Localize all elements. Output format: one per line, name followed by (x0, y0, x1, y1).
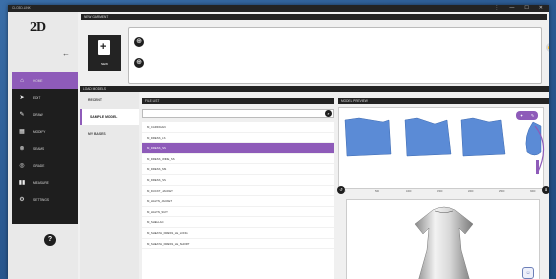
nav-label: MODIFY (33, 129, 46, 134)
new-document-icon (98, 40, 110, 55)
file-list-item[interactable]: M_DRESS_LS (142, 133, 334, 144)
help-button[interactable]: ? (44, 234, 56, 246)
app-logo: 2D (30, 20, 46, 35)
tab-sample-model[interactable]: SAMPLE MODEL (80, 109, 139, 125)
nav-item-settings[interactable]: ⚙ SETTINGS (12, 191, 78, 208)
tab-my-bases[interactable]: MY BASES (80, 126, 139, 142)
pattern-tools[interactable]: ✦ ✎ (516, 111, 538, 120)
load-models-header: LOAD MODELS (80, 86, 549, 92)
nav-label: MEASURE (33, 180, 49, 185)
pen-tool-icon[interactable]: ✎ (531, 113, 534, 118)
main-nav: ⌂ HOME ➤ EDIT ✎ DRAW ▦ MODIFY ⊗ SEAMS ◎ GRADE ▮▮ MEAS… (12, 72, 78, 224)
pattern-handle (536, 160, 539, 174)
file-list-item[interactable]: M_HALTN_JACKET (142, 196, 334, 207)
axis-tick-label: 500 (375, 190, 379, 193)
pattern-piece-3 (460, 117, 506, 157)
nav-label: SEAMS (33, 146, 45, 151)
new-label: NEW (101, 62, 108, 66)
grade-icon: ◎ (19, 163, 25, 169)
pencil-icon: ✎ (19, 112, 25, 118)
nav-item-measure[interactable]: ▮▮ MEASURE (12, 174, 78, 191)
nav-item-seams[interactable]: ⊗ SEAMS (12, 140, 78, 157)
nav-label: DRAW (33, 112, 43, 117)
pattern-piece-2 (404, 117, 452, 157)
file-list: M_CARDIGAN M_DRESS_LS M_DRESS_SS M_DRESS_WI… (142, 122, 334, 279)
nav-label: GRADE (33, 163, 45, 168)
file-list-item[interactable]: M_DRESS_SS (142, 143, 334, 154)
title-bar: CLO3D-LINK ⋮ — ☐ ✕ (8, 5, 549, 12)
pattern-piece-1 (344, 117, 392, 157)
grid-icon: ▦ (19, 129, 25, 135)
pattern-preview (338, 107, 545, 189)
file-list-item[interactable]: M_DRESS_SS (142, 175, 334, 186)
file-list-item[interactable]: M_SHEATH_DRESS_LE_LONG (142, 228, 334, 239)
dress-render (414, 206, 474, 279)
new-garment-button[interactable]: NEW (88, 35, 121, 71)
file-list-item[interactable]: M_DUCKT_JACKET (142, 186, 334, 197)
new-garment-header: NEW GARMENT (81, 14, 547, 20)
nav-label: HOME (33, 78, 43, 83)
minimize-icon[interactable]: — (509, 5, 514, 12)
axis-tick-label: 1500 (437, 190, 443, 193)
back-arrow-icon[interactable]: ← (62, 49, 70, 58)
measure-icon: ▮▮ (18, 180, 26, 186)
search-input[interactable]: ⌕ (142, 109, 334, 118)
pattern-pieces (344, 117, 545, 175)
nav-item-edit[interactable]: ➤ EDIT (12, 89, 78, 106)
file-list-item[interactable]: M_SHEATH_DRESS_LE_SHORT (142, 239, 334, 250)
search-icon[interactable]: ⌕ (325, 110, 332, 117)
file-list-item[interactable]: M_HALTN_SUIT (142, 207, 334, 218)
download-icon[interactable]: ⬇ (542, 186, 549, 194)
nav-label: SETTINGS (33, 197, 49, 202)
brand-icon[interactable]: ☺ (522, 267, 534, 279)
pattern-piece-4 (525, 121, 542, 156)
window-title: CLO3D-LINK (12, 6, 31, 10)
window-controls: ⋮ — ☐ ✕ (494, 5, 543, 12)
tab-recent[interactable]: RECENT (80, 92, 139, 108)
nav-item-draw[interactable]: ✎ DRAW (12, 106, 78, 123)
file-list-item[interactable]: M_DRESS_MS (142, 164, 334, 175)
add-up-icon[interactable]: ⊕ (134, 37, 144, 47)
axis-tick-label: 3000 (530, 190, 536, 193)
sidebar: 2D ← ⌂ HOME ➤ EDIT ✎ DRAW ▦ MODIFY ⊗ SEAMS ◎ GRADE ▮… (8, 12, 78, 279)
nav-item-home[interactable]: ⌂ HOME (12, 72, 78, 89)
model-tabs: RECENT SAMPLE MODEL MY BASES (80, 92, 139, 279)
nav-item-modify[interactable]: ▦ MODIFY (12, 123, 78, 140)
file-list-header: FILE LIST (142, 98, 334, 104)
cursor-icon: ➤ (19, 95, 25, 101)
nav-item-grade[interactable]: ◎ GRADE (12, 157, 78, 174)
home-icon: ⌂ (20, 77, 24, 84)
app-window: CLO3D-LINK ⋮ — ☐ ✕ 2D ← ⌂ HOME ➤ EDIT ✎ DRAW ▦… (8, 5, 549, 279)
file-list-item[interactable]: M_SHELLAC (142, 217, 334, 228)
settings-icon: ⚙ (19, 197, 25, 203)
file-list-item[interactable]: M_CARDIGAN (142, 122, 334, 133)
cursor-tool-icon[interactable]: ✦ (520, 113, 523, 118)
axis-tick-label: 1000 (406, 190, 412, 193)
seams-icon: ⊗ (19, 146, 25, 152)
thumb-icon[interactable]: 👍 (546, 43, 549, 52)
axis-tick-label: 2500 (499, 190, 505, 193)
model-preview-header: MODEL PREVIEW (338, 98, 549, 104)
axis-tick-label: 2000 (468, 190, 474, 193)
maximize-icon[interactable]: ☐ (524, 5, 528, 12)
add-down-icon[interactable]: ⊕ (134, 58, 144, 68)
new-garment-area: ⊕ ⊕ (128, 27, 542, 84)
nav-label: EDIT (33, 95, 41, 100)
3d-model-preview (346, 199, 540, 279)
axis-tick-label: 0 (344, 190, 346, 193)
file-list-item[interactable]: M_DRESS_WIDE_SS (142, 154, 334, 165)
close-icon[interactable]: ✕ (539, 5, 543, 12)
menu-icon[interactable]: ⋮ (494, 5, 499, 12)
pattern-axis: 0 500 1000 1500 2000 2500 3000 (344, 189, 538, 196)
